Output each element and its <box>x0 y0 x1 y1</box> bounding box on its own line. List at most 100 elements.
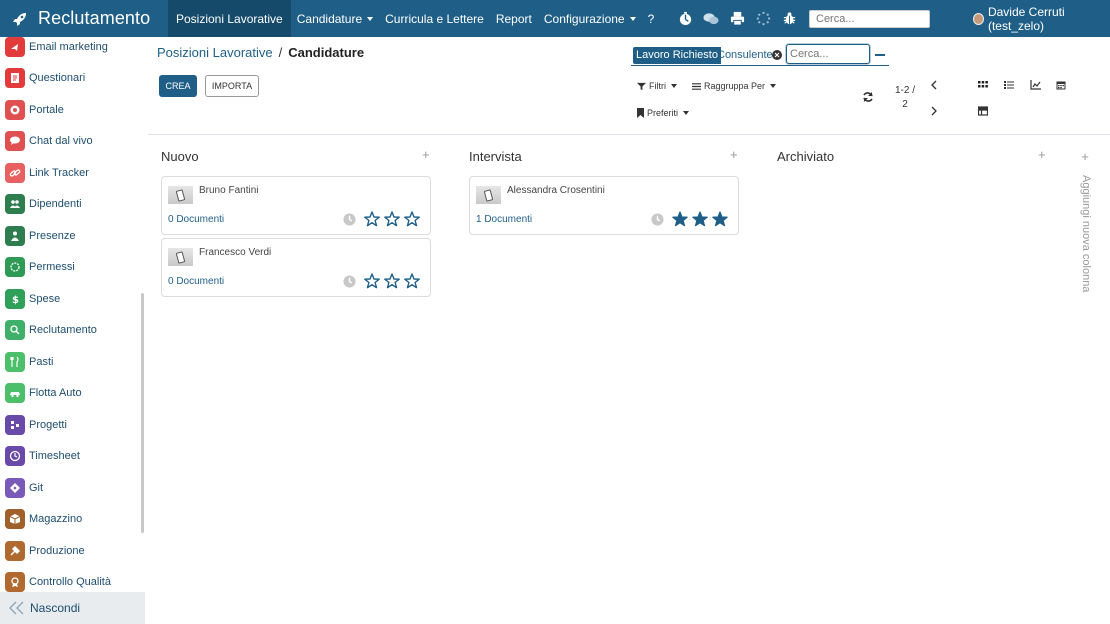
user-menu[interactable]: Davide Cerruti (test_zelo) <box>973 0 1110 37</box>
sidebar-item-leave[interactable]: Permessi <box>5 256 140 278</box>
documents-link[interactable]: 0 Documenti <box>168 276 224 287</box>
sidebar: Email marketing Questionari Portale Chat… <box>0 37 145 624</box>
sidebar-item-email-marketing[interactable]: Email marketing <box>5 37 140 58</box>
star-empty-icon[interactable] <box>404 273 420 289</box>
activity-icon[interactable] <box>676 10 694 28</box>
sidebar-item-link-tracker[interactable]: Link Tracker <box>5 162 140 184</box>
star-empty-icon[interactable] <box>384 211 400 227</box>
kanban-view-icon[interactable] <box>976 78 990 92</box>
refresh-icon[interactable] <box>862 91 874 103</box>
sidebar-item-label: Flotta Auto <box>29 387 82 399</box>
star-filled-icon[interactable] <box>692 211 708 227</box>
caret-down-icon <box>367 16 374 21</box>
star-empty-icon[interactable] <box>364 273 380 289</box>
group-by-label: Raggruppa Per <box>704 81 766 91</box>
global-search-input[interactable] <box>809 10 930 28</box>
pivot-view-icon[interactable] <box>976 104 990 118</box>
pager-next-icon[interactable] <box>930 106 938 116</box>
link-tracker-icon <box>5 163 25 183</box>
favorites-dropdown[interactable]: Preferiti <box>637 108 690 118</box>
group-by-dropdown[interactable]: Raggruppa Per <box>692 81 777 91</box>
search-input[interactable] <box>786 44 870 64</box>
import-button[interactable]: IMPORTA <box>205 75 259 97</box>
hide-sidebar-label: Nascondi <box>30 601 81 615</box>
sidebar-item-survey[interactable]: Questionari <box>5 67 140 89</box>
sidebar-item-recruitment[interactable]: Reclutamento <box>5 319 140 341</box>
column-quick-create-icon[interactable]: + <box>730 147 738 162</box>
sidebar-item-label: Produzione <box>29 545 85 557</box>
nav-menu-report[interactable]: Report <box>490 0 538 37</box>
documents-link[interactable]: 1 Documenti <box>476 214 532 225</box>
pager-previous-icon[interactable] <box>930 80 938 90</box>
nav-menu-label: Curricula e Lettere <box>385 11 484 26</box>
svg-text:$: $ <box>12 295 19 305</box>
control-panel-divider <box>148 134 1110 135</box>
sidebar-item-git[interactable]: Git <box>5 477 140 499</box>
sidebar-item-attendance[interactable]: Presenze <box>5 225 140 247</box>
leave-icon <box>5 257 25 277</box>
print-icon[interactable] <box>728 10 746 28</box>
bug-icon[interactable] <box>780 10 798 28</box>
rocket-icon <box>13 12 26 26</box>
sidebar-item-label: Controllo Qualità <box>29 576 111 588</box>
applicant-name: Alessandra Crosentini <box>507 185 605 196</box>
sidebar-item-expenses[interactable]: $ Spese <box>5 288 140 310</box>
sidebar-item-label: Timesheet <box>29 450 80 462</box>
nav-menu-resumes[interactable]: Curricula e Lettere <box>379 0 490 37</box>
applicant-photo <box>168 186 193 204</box>
star-empty-icon[interactable] <box>384 273 400 289</box>
sidebar-item-lunch[interactable]: Pasti <box>5 351 140 373</box>
sidebar-item-project[interactable]: Progetti <box>5 414 140 436</box>
sidebar-item-manufacturing[interactable]: Produzione <box>5 540 140 562</box>
search-collapse-icon[interactable] <box>875 54 885 56</box>
star-filled-icon[interactable] <box>672 211 688 227</box>
top-navbar: Reclutamento Posizioni Lavorative Candid… <box>0 0 1110 37</box>
breadcrumb-parent-link[interactable]: Posizioni Lavorative <box>157 45 273 60</box>
remove-facet-icon[interactable] <box>772 50 782 60</box>
kanban-column-title-new: Nuovo <box>161 149 199 164</box>
sidebar-item-inventory[interactable]: Magazzino <box>5 508 140 530</box>
sidebar-item-quality[interactable]: Controllo Qualità <box>5 571 140 593</box>
add-column-button[interactable]: + Aggiungi nuova colonna <box>1078 149 1092 292</box>
caret-down-icon <box>683 111 690 115</box>
sidebar-item-label: Link Tracker <box>29 167 89 179</box>
documents-link[interactable]: 0 Documenti <box>168 214 224 225</box>
search-bar: Lavoro Richiesto Consulente <box>631 44 889 66</box>
star-empty-icon[interactable] <box>364 211 380 227</box>
hide-sidebar-button[interactable]: Nascondi <box>0 592 145 624</box>
kanban-card[interactable]: Francesco Verdi 0 Documenti <box>161 238 431 297</box>
nav-menu-job-positions[interactable]: Posizioni Lavorative <box>168 0 291 37</box>
applicant-name: Bruno Fantini <box>199 185 259 196</box>
column-quick-create-icon[interactable]: + <box>1038 147 1046 162</box>
nav-menu-help[interactable]: ? <box>642 0 661 37</box>
sidebar-item-live-chat[interactable]: Chat dal vivo <box>5 130 140 152</box>
filter-icon <box>637 82 646 90</box>
list-view-icon[interactable] <box>1002 78 1016 92</box>
column-quick-create-icon[interactable]: + <box>422 147 430 162</box>
fleet-icon <box>5 383 25 403</box>
sidebar-scrollbar[interactable] <box>141 293 144 533</box>
sidebar-item-employees[interactable]: Dipendenti <box>5 193 140 215</box>
app-brand[interactable]: Reclutamento <box>0 0 168 37</box>
sidebar-item-timesheet[interactable]: Timesheet <box>5 445 140 467</box>
pager[interactable]: 1-2 / 2 <box>889 84 921 112</box>
user-name: Davide Cerruti (test_zelo) <box>987 4 1065 33</box>
sidebar-item-fleet[interactable]: Flotta Auto <box>5 382 140 404</box>
kanban-card[interactable]: Bruno Fantini 0 Documenti <box>161 176 431 235</box>
graph-view-icon[interactable] <box>1028 78 1042 92</box>
filters-dropdown[interactable]: Filtri <box>637 81 677 91</box>
chat-icon[interactable] <box>702 10 720 28</box>
star-empty-icon[interactable] <box>404 211 420 227</box>
create-button[interactable]: CREA <box>159 75 197 97</box>
sidebar-item-portal[interactable]: Portale <box>5 99 140 121</box>
star-filled-icon[interactable] <box>712 211 728 227</box>
activity-clock-icon[interactable] <box>651 213 664 226</box>
nav-menu-configuration[interactable]: Configurazione <box>538 0 642 37</box>
sidebar-item-label: Progetti <box>29 419 67 431</box>
activity-clock-icon[interactable] <box>343 275 356 288</box>
priority-stars <box>364 211 424 227</box>
kanban-card[interactable]: Alessandra Crosentini 1 Documenti <box>469 176 739 235</box>
calendar-view-icon[interactable] <box>1054 78 1068 92</box>
activity-clock-icon[interactable] <box>343 213 356 226</box>
nav-menu-applications[interactable]: Candidature <box>291 0 379 37</box>
